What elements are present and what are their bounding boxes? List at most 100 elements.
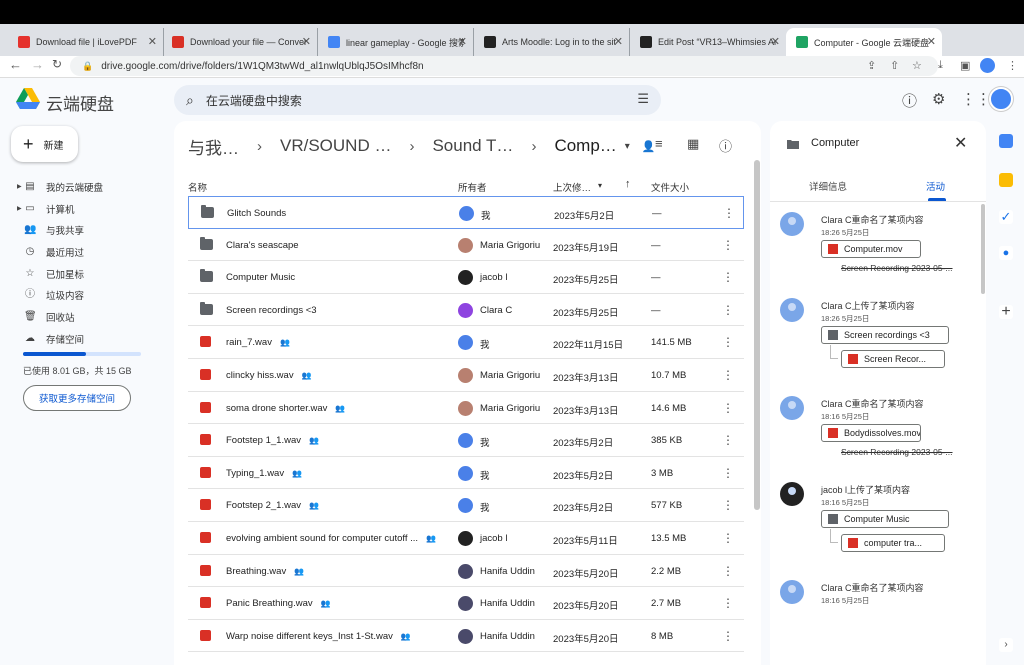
breadcrumb-item[interactable]: 与我… — [188, 134, 239, 159]
activity-file-chip[interactable]: Screen Recor... — [841, 350, 945, 368]
more-actions-icon[interactable]: ⋮ — [722, 238, 734, 252]
settings-gear-icon[interactable]: ⚙ — [932, 90, 945, 108]
more-actions-icon[interactable]: ⋮ — [722, 270, 734, 284]
share-icon[interactable]: ⇧ — [890, 59, 899, 72]
table-row[interactable]: Computer Music jacob l 2023年5月25日 — ⋮ — [188, 261, 744, 294]
table-row[interactable]: Footstep 1_1.wav 👥 我 2023年5月2日 385 KB ⋮ — [188, 424, 744, 457]
table-row[interactable]: Clara's seascape Maria Grigoriu 2023年5月19日… — [188, 229, 744, 262]
sidebar-item[interactable]: ⓘ 垃圾内容 — [0, 284, 170, 306]
browser-tab[interactable]: Download file | iLovePDF ✕ — [8, 28, 164, 56]
menu-kebab-icon[interactable]: ⋮ — [1007, 59, 1018, 72]
sidebar-item[interactable]: ◷ 最近用过 — [0, 241, 170, 263]
activity-file-chip[interactable]: computer tra... — [841, 534, 945, 552]
tab-details[interactable]: 详细信息 — [809, 179, 847, 193]
browser-tab[interactable]: Download your file — Conver ✕ — [162, 28, 318, 56]
activity-file-chip[interactable]: Computer Music — [821, 510, 949, 528]
url-field[interactable]: 🔒 drive.google.com/drive/folders/1W1QM3t… — [70, 56, 938, 76]
breadcrumb-item[interactable]: Sound T… — [432, 136, 513, 156]
tab-close-icon[interactable]: ✕ — [614, 35, 623, 48]
more-actions-icon[interactable]: ⋮ — [722, 335, 734, 349]
browser-tab[interactable]: linear gameplay - Google 搜索 ✕ — [318, 28, 474, 56]
sidebar-item[interactable]: ▶ ▭ 计算机 — [0, 198, 170, 220]
table-row[interactable]: Footstep 2_1.wav 👥 我 2023年5月2日 577 KB ⋮ — [188, 489, 744, 522]
table-row[interactable]: Typing_1.wav 👥 我 2023年5月2日 3 MB ⋮ — [188, 457, 744, 490]
more-actions-icon[interactable]: ⋮ — [722, 466, 734, 480]
table-row[interactable]: soma drone shorter.wav 👥 Maria Grigoriu 202… — [188, 392, 744, 425]
more-actions-icon[interactable]: ⋮ — [722, 629, 734, 643]
grid-view-icon[interactable]: ▦ — [687, 136, 699, 152]
column-name[interactable]: 名称 — [188, 180, 207, 194]
add-app-icon[interactable]: + — [999, 304, 1013, 320]
breadcrumb-current[interactable]: Comp… — [554, 136, 616, 156]
table-row[interactable]: evolving ambient sound for computer cuto… — [188, 522, 744, 555]
caret-down-icon[interactable]: ▾ — [625, 141, 630, 152]
reload-icon[interactable]: ↻ — [52, 57, 62, 71]
info-icon[interactable]: ⓘ — [719, 136, 732, 155]
filter-options-icon[interactable]: ☰ — [637, 91, 649, 107]
shared-people-icon[interactable]: 👤 — [642, 140, 656, 153]
download-icon[interactable]: ⤓ — [938, 59, 943, 72]
activity-file-chip[interactable]: Bodydissolves.mov — [821, 424, 921, 442]
breadcrumb-item[interactable]: VR/SOUND … — [280, 136, 391, 156]
keep-icon[interactable] — [999, 173, 1013, 187]
table-row[interactable]: Glitch Sounds 我 2023年5月2日 — ⋮ — [188, 196, 744, 229]
tab-close-icon[interactable]: ✕ — [771, 35, 780, 48]
new-button[interactable]: + 新建 — [11, 126, 78, 162]
help-icon[interactable]: ⓘ — [902, 90, 917, 111]
more-actions-icon[interactable]: ⋮ — [722, 368, 734, 382]
get-more-storage-button[interactable]: 获取更多存储空间 — [23, 385, 131, 411]
activity-file-chip[interactable]: Screen recordings <3 — [821, 326, 949, 344]
details-scrollbar[interactable] — [981, 204, 985, 294]
table-row[interactable]: Breathing.wav 👥 Hanifa Uddin 2023年5月20日 2.2 … — [188, 555, 744, 588]
install-icon[interactable]: ⇪ — [867, 59, 876, 72]
tab-close-icon[interactable]: ✕ — [148, 35, 157, 48]
account-avatar[interactable] — [989, 87, 1013, 111]
forward-icon[interactable]: → — [31, 57, 44, 72]
more-actions-icon[interactable]: ⋮ — [722, 596, 734, 610]
more-actions-icon[interactable]: ⋮ — [722, 564, 734, 578]
table-row[interactable]: Screen recordings <3 Clara C 2023年5月25日 — ⋮ — [188, 294, 744, 327]
table-row[interactable]: Panic Breathing.wav 👥 Hanifa Uddin 2023年5月2… — [188, 587, 744, 620]
filter-icon[interactable]: ≡ — [655, 136, 663, 151]
sort-arrow-up-icon[interactable]: ↑ — [625, 178, 631, 190]
table-row[interactable]: rain_7.wav 👥 我 2022年11月15日 141.5 MB ⋮ — [188, 326, 744, 359]
table-row[interactable]: Warp noise different keys_Inst 1-St.wav 👥… — [188, 620, 744, 653]
expand-arrow-icon[interactable]: ▶ — [17, 183, 22, 190]
sort-menu-caret-icon[interactable]: ▾ — [598, 181, 602, 190]
sidebar-item[interactable]: 🗑 回收站 — [0, 306, 170, 328]
tab-close-icon[interactable]: ✕ — [458, 35, 467, 48]
browser-tab[interactable]: Computer - Google 云端硬盘 ✕ — [786, 28, 942, 56]
side-panel-icon[interactable]: ▣ — [960, 59, 970, 72]
expand-panel-icon[interactable]: › — [999, 638, 1013, 652]
activity-file-chip[interactable]: Computer.mov — [821, 240, 921, 258]
browser-tab[interactable]: Edit Post “VR13–Whimsies Ar ✕ — [630, 28, 786, 56]
sidebar-item[interactable]: ☁ 存储空间 — [0, 328, 170, 350]
tab-close-icon[interactable]: ✕ — [302, 35, 311, 48]
column-modified[interactable]: 上次修… — [553, 180, 591, 194]
apps-grid-icon[interactable]: ⋮⋮ — [961, 90, 991, 108]
sidebar-item[interactable]: ☆ 已加星标 — [0, 263, 170, 285]
browser-tab[interactable]: Arts Moodle: Log in to the sit ✕ — [474, 28, 630, 56]
column-size[interactable]: 文件大小 — [651, 180, 689, 194]
contacts-icon[interactable]: ● — [999, 246, 1013, 260]
sidebar-item[interactable]: ▶ ▤ 我的云端硬盘 — [0, 176, 170, 198]
search-bar[interactable]: ⌕ 在云端硬盘中搜索 ☰ — [174, 85, 661, 115]
tab-close-icon[interactable]: ✕ — [927, 35, 936, 48]
tab-activity[interactable]: 活动 — [926, 179, 945, 193]
more-actions-icon[interactable]: ⋮ — [722, 498, 734, 512]
profile-avatar[interactable] — [980, 58, 995, 73]
calendar-icon[interactable] — [999, 134, 1013, 148]
back-icon[interactable]: ← — [9, 57, 22, 72]
column-owner[interactable]: 所有者 — [458, 180, 487, 194]
file-list-scrollbar[interactable] — [754, 160, 760, 510]
more-actions-icon[interactable]: ⋮ — [723, 206, 735, 220]
close-icon[interactable]: ✕ — [954, 133, 967, 153]
bookmark-star-icon[interactable]: ☆ — [912, 59, 922, 72]
sidebar-item[interactable]: 👥 与我共享 — [0, 219, 170, 241]
more-actions-icon[interactable]: ⋮ — [722, 303, 734, 317]
table-row[interactable]: clincky hiss.wav 👥 Maria Grigoriu 2023年3月13… — [188, 359, 744, 392]
more-actions-icon[interactable]: ⋮ — [722, 531, 734, 545]
tasks-icon[interactable]: ✓ — [999, 210, 1013, 224]
more-actions-icon[interactable]: ⋮ — [722, 401, 734, 415]
more-actions-icon[interactable]: ⋮ — [722, 433, 734, 447]
